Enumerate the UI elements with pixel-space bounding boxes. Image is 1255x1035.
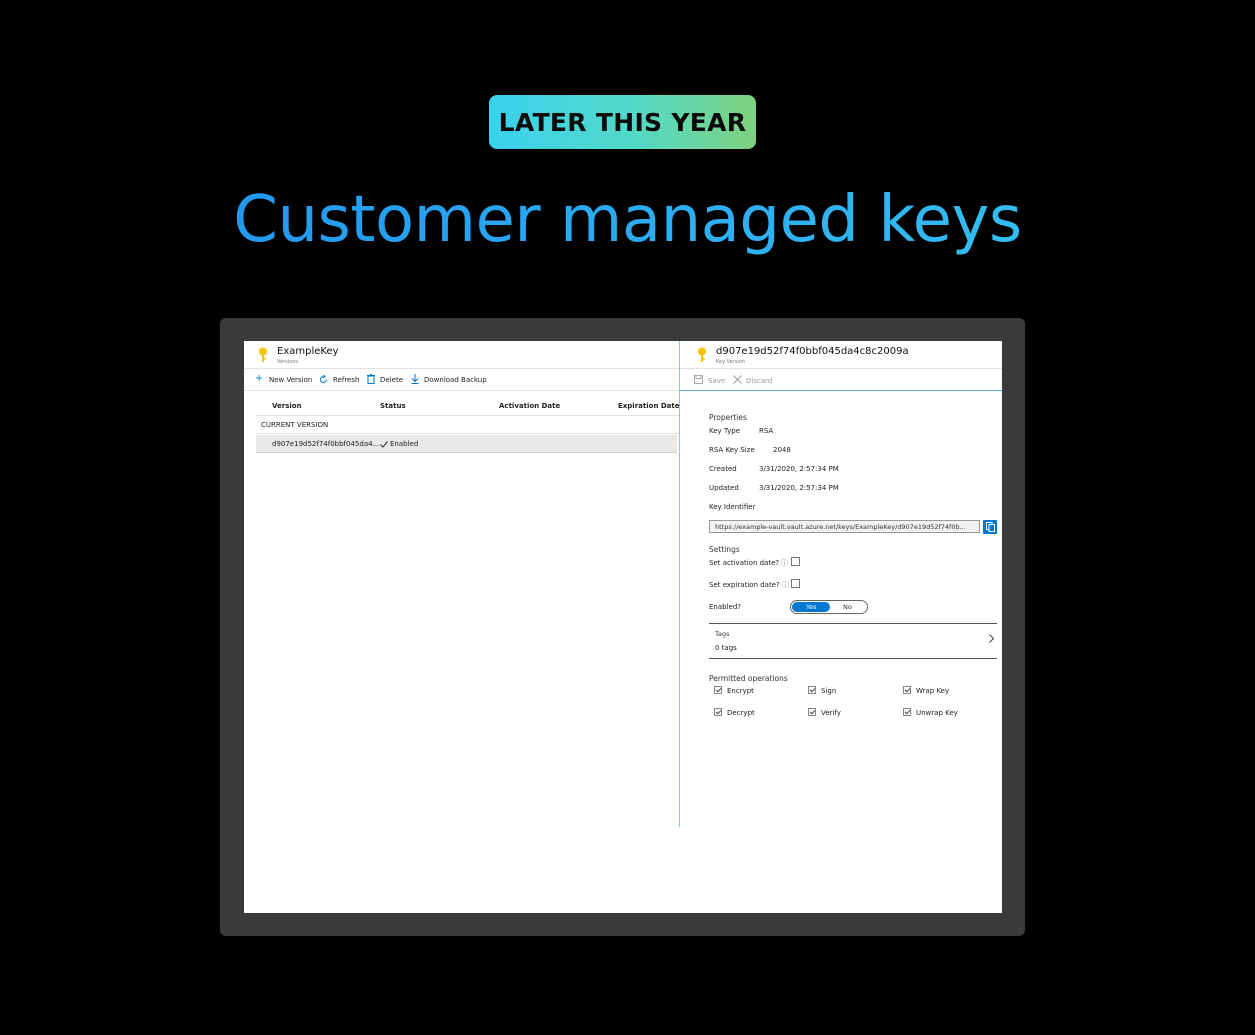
save-icon bbox=[694, 375, 703, 384]
plus-icon: + bbox=[255, 373, 264, 384]
status-cell: Enabled bbox=[390, 440, 419, 448]
table-row[interactable]: d907e19d52f74f0bbf045da4... Enabled bbox=[256, 435, 677, 453]
unwrap-key-checkbox[interactable] bbox=[903, 708, 911, 716]
divider bbox=[709, 658, 997, 659]
save-label: Save bbox=[708, 377, 726, 385]
property-value: 3/31/2020, 2:57:34 PM bbox=[759, 465, 839, 473]
toggle-no[interactable]: No bbox=[843, 603, 852, 611]
enabled-label: Enabled? bbox=[709, 603, 742, 611]
refresh-icon bbox=[320, 375, 327, 383]
blade-title: ExampleKey bbox=[277, 346, 339, 357]
column-header-expiration-date[interactable]: Expiration Date bbox=[618, 402, 680, 410]
divider bbox=[256, 433, 679, 434]
versions-blade: ExampleKey Versions + New Version Refres… bbox=[244, 341, 680, 827]
toggle-yes-label: Yes bbox=[806, 603, 817, 611]
info-icon: ⓘ bbox=[782, 581, 789, 589]
set-activation-checkbox[interactable] bbox=[791, 557, 800, 566]
settings-header: Settings bbox=[709, 545, 740, 554]
close-icon bbox=[733, 375, 742, 384]
key-icon bbox=[698, 347, 706, 362]
chevron-right-icon bbox=[989, 634, 994, 643]
properties-header: Properties bbox=[709, 413, 747, 422]
key-identifier-field[interactable]: https://example-vault.vault.azure.net/ke… bbox=[709, 520, 980, 533]
trash-icon bbox=[367, 374, 375, 384]
property-label: Key Type bbox=[709, 427, 740, 435]
azure-portal-screen: ExampleKey Versions + New Version Refres… bbox=[244, 341, 1002, 913]
property-label: Updated bbox=[709, 484, 739, 492]
download-icon bbox=[411, 374, 419, 384]
column-header-status[interactable]: Status bbox=[380, 402, 406, 410]
key-version-blade: d907e19d52f74f0bbf045da4c8c2009a Key Ver… bbox=[680, 341, 1002, 827]
blade-title: d907e19d52f74f0bbf045da4c8c2009a bbox=[716, 346, 909, 357]
key-identifier-value: https://example-vault.vault.azure.net/ke… bbox=[715, 523, 966, 531]
operation-label: Verify bbox=[821, 709, 841, 717]
delete-label: Delete bbox=[380, 376, 403, 384]
permitted-operations-header: Permitted operations bbox=[709, 674, 788, 683]
info-icon: ⓘ bbox=[781, 559, 788, 567]
divider bbox=[680, 390, 1002, 391]
copy-button[interactable] bbox=[983, 520, 997, 534]
operation-label: Sign bbox=[821, 687, 837, 695]
divider bbox=[680, 368, 1002, 369]
sign-checkbox[interactable] bbox=[808, 686, 816, 694]
refresh-label: Refresh bbox=[333, 376, 360, 384]
key-identifier-label: Key Identifier bbox=[709, 503, 756, 511]
toggle-yes[interactable]: Yes bbox=[792, 602, 830, 612]
page-headline: Customer managed keys bbox=[0, 175, 1255, 265]
property-label: RSA Key Size bbox=[709, 446, 755, 454]
property-value: 2048 bbox=[773, 446, 791, 454]
column-header-version[interactable]: Version bbox=[272, 402, 302, 410]
set-activation-label: Set activation date? bbox=[709, 559, 780, 567]
checkmark-icon bbox=[380, 441, 388, 448]
tags-row[interactable]: Tags 0 tags bbox=[709, 624, 997, 658]
divider bbox=[256, 415, 679, 416]
tags-label: Tags bbox=[715, 630, 730, 638]
operation-label: Encrypt bbox=[727, 687, 754, 695]
tags-value: 0 tags bbox=[715, 644, 737, 652]
operation-label: Wrap Key bbox=[916, 687, 950, 695]
copy-icon bbox=[986, 522, 995, 532]
blade-subtitle: Versions bbox=[277, 359, 298, 365]
blade-subtitle: Key Version bbox=[716, 359, 746, 365]
set-expiration-checkbox[interactable] bbox=[791, 579, 800, 588]
divider bbox=[244, 368, 679, 369]
new-version-label: New Version bbox=[269, 376, 313, 384]
download-backup-label: Download Backup bbox=[424, 376, 487, 384]
property-value: RSA bbox=[759, 427, 774, 435]
enabled-toggle[interactable]: Yes No bbox=[790, 600, 868, 614]
decrypt-checkbox[interactable] bbox=[714, 708, 722, 716]
property-label: Created bbox=[709, 465, 737, 473]
discard-label: Discard bbox=[746, 377, 773, 385]
version-cell: d907e19d52f74f0bbf045da4... bbox=[272, 440, 380, 448]
column-header-activation-date[interactable]: Activation Date bbox=[499, 402, 560, 410]
later-this-year-badge: LATER THIS YEAR bbox=[489, 95, 756, 149]
key-icon bbox=[259, 347, 267, 362]
property-value: 3/31/2020, 2:57:34 PM bbox=[759, 484, 839, 492]
encrypt-checkbox[interactable] bbox=[714, 686, 722, 694]
wrap-key-checkbox[interactable] bbox=[903, 686, 911, 694]
operation-label: Decrypt bbox=[727, 709, 755, 717]
operation-label: Unwrap Key bbox=[916, 709, 958, 717]
divider bbox=[244, 390, 679, 391]
verify-checkbox[interactable] bbox=[808, 708, 816, 716]
group-label: CURRENT VERSION bbox=[261, 421, 329, 429]
set-expiration-label: Set expiration date? bbox=[709, 581, 780, 589]
